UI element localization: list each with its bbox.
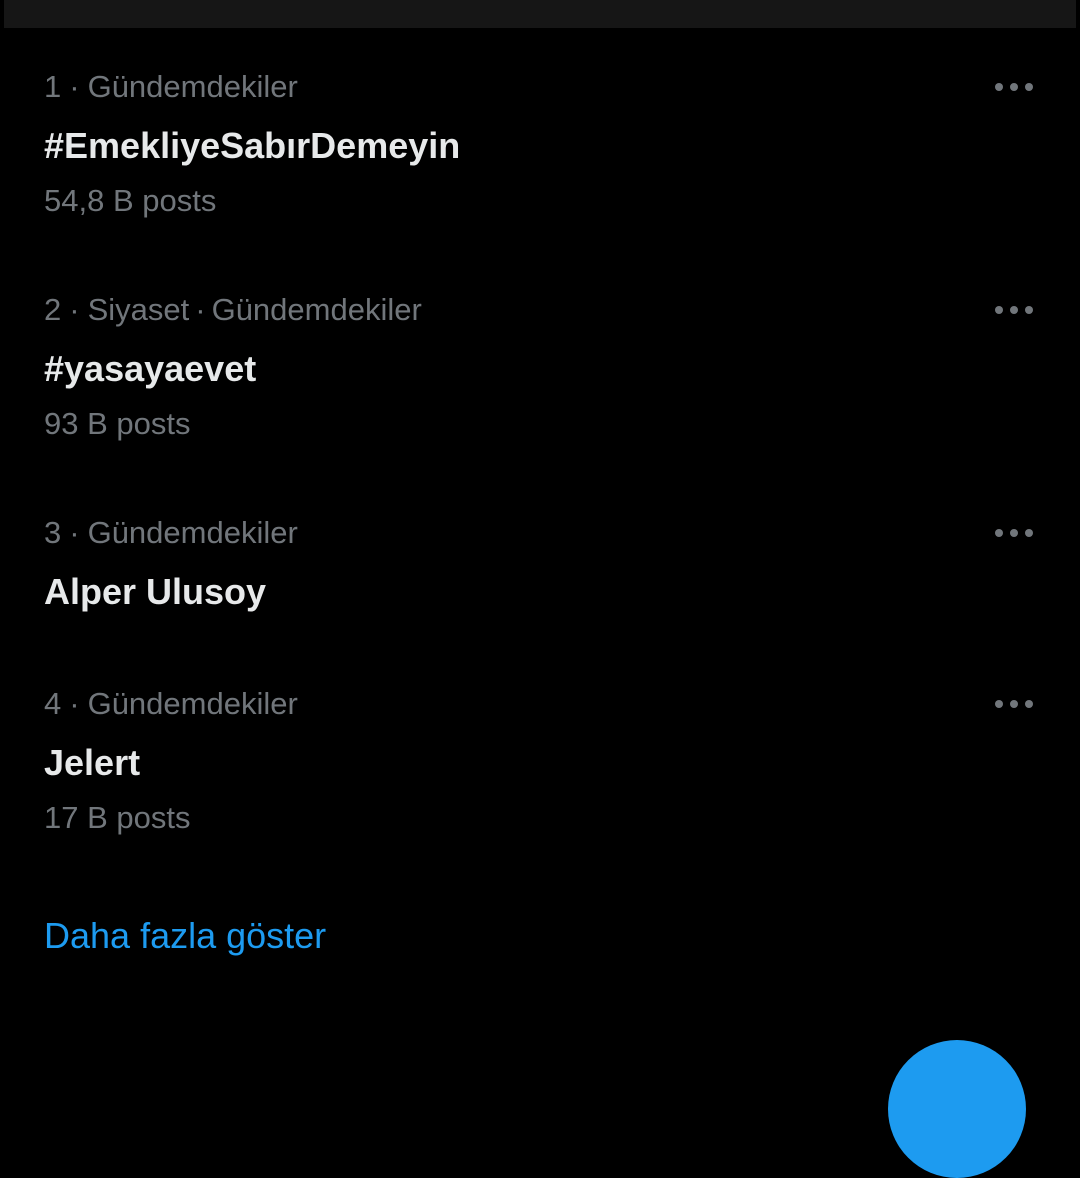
trend-context: Gündemdekiler bbox=[87, 69, 298, 104]
more-horizontal-icon bbox=[995, 700, 1033, 708]
trend-rank: 4 bbox=[44, 686, 62, 721]
trend-context: Gündemdekiler bbox=[87, 686, 298, 721]
trend-name[interactable]: Jelert bbox=[44, 741, 140, 785]
trend-rank: 3 bbox=[44, 515, 62, 550]
top-bar bbox=[4, 0, 1076, 28]
meta-separator: · bbox=[69, 515, 80, 550]
more-options-button[interactable] bbox=[988, 292, 1040, 328]
more-horizontal-icon bbox=[995, 83, 1033, 91]
trend-rank: 2 bbox=[44, 292, 62, 327]
trend-name[interactable]: #EmekliyeSabırDemeyin bbox=[44, 124, 460, 168]
trend-rank: 1 bbox=[44, 69, 62, 104]
trend-post-count: 93 B posts bbox=[44, 406, 191, 441]
trend-name[interactable]: Alper Ulusoy bbox=[44, 570, 266, 614]
more-options-button[interactable] bbox=[988, 515, 1040, 551]
show-more-link[interactable]: Daha fazla göster bbox=[44, 914, 326, 958]
more-horizontal-icon bbox=[995, 306, 1033, 314]
more-options-button[interactable] bbox=[988, 686, 1040, 722]
meta-separator: · bbox=[195, 292, 206, 327]
more-horizontal-icon bbox=[995, 529, 1033, 537]
meta-separator: · bbox=[69, 686, 80, 721]
trend-context: Gündemdekiler bbox=[211, 292, 422, 327]
trend-context: Gündemdekiler bbox=[87, 515, 298, 550]
trend-meta: 2 · Siyaset · Gündemdekiler bbox=[44, 292, 422, 328]
meta-separator: · bbox=[69, 69, 80, 104]
trend-meta: 1 · Gündemdekiler bbox=[44, 69, 298, 105]
trend-meta: 3 · Gündemdekiler bbox=[44, 515, 298, 551]
trend-post-count: 54,8 B posts bbox=[44, 183, 217, 218]
compose-fab[interactable] bbox=[888, 1040, 1026, 1178]
meta-separator: · bbox=[69, 292, 80, 327]
trend-meta: 4 · Gündemdekiler bbox=[44, 686, 298, 722]
trend-name[interactable]: #yasayaevet bbox=[44, 347, 256, 391]
trend-category: Siyaset bbox=[87, 292, 190, 327]
trend-post-count: 17 B posts bbox=[44, 800, 191, 835]
more-options-button[interactable] bbox=[988, 69, 1040, 105]
